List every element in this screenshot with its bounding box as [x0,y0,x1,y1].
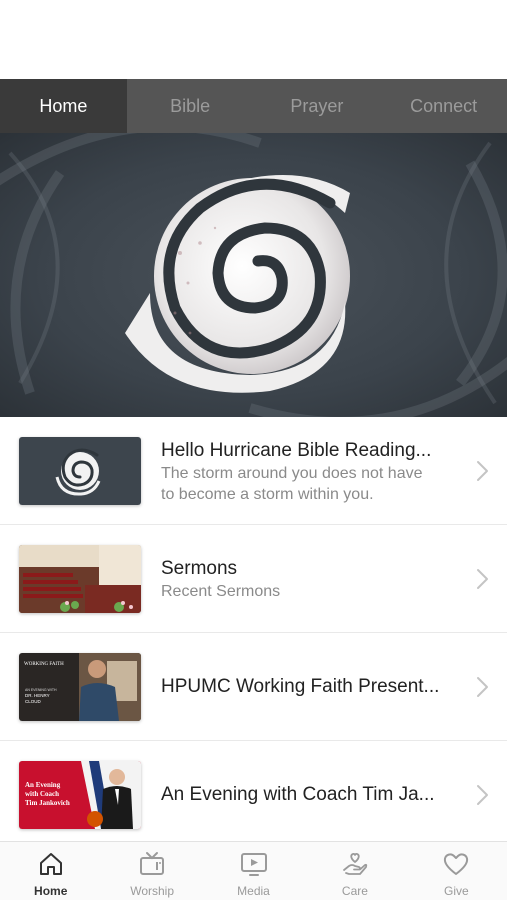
nav-home-label: Home [34,884,68,898]
list-item-text: HPUMC Working Faith Present... [161,675,461,699]
hurricane-thumbnail [19,437,141,505]
top-tab-bar: Home Bible Prayer Connect [0,79,507,133]
working-faith-thumbnail: WORKING FAITH AN EVENING WITH DR. HENRY … [19,653,141,721]
chevron-right-icon [477,568,488,589]
tv-icon [140,852,165,875]
thumb-text-evening: AN EVENING WITH [25,688,57,692]
nav-care[interactable]: Care [304,842,405,900]
thumb-text-an-evening: An Evening [25,781,61,789]
nav-give[interactable]: Give [406,842,507,900]
list-item-text: Hello Hurricane Bible Reading... The sto… [161,439,461,505]
hurricane-swirl-image [0,133,507,417]
list-item-subtitle: Recent Sermons [161,583,281,600]
list-item-sermons[interactable]: Sermons Recent Sermons [0,525,507,633]
coach-tim-thumbnail: An Evening with Coach Tim Jankovich [19,761,141,829]
list-item-hello-hurricane[interactable]: Hello Hurricane Bible Reading... The sto… [0,417,507,525]
nav-worship-label: Worship [130,884,174,898]
nav-media[interactable]: Media [203,842,304,900]
list-item-title: An Evening with Coach Tim Ja... [161,784,435,805]
list-item-working-faith[interactable]: WORKING FAITH AN EVENING WITH DR. HENRY … [0,633,507,741]
heart-icon [444,853,469,875]
list-item-title: Hello Hurricane Bible Reading... [161,440,432,461]
chevron-right-icon [477,784,488,805]
sermons-thumbnail [19,545,141,613]
list-item-text: Sermons Recent Sermons [161,557,461,602]
list-item-text: An Evening with Coach Tim Ja... [161,783,461,807]
nav-home[interactable]: Home [0,842,101,900]
nav-media-label: Media [237,884,270,898]
thumb-text-dr-henry: DR. HENRY [25,693,50,698]
tab-prayer[interactable]: Prayer [254,79,381,133]
hero-banner[interactable] [0,133,507,417]
content-list: Hello Hurricane Bible Reading... The sto… [0,417,507,849]
hand-heart-icon [343,853,368,875]
nav-give-label: Give [443,884,469,898]
list-item-subtitle-line2: to become a storm within you. [161,486,374,503]
nav-care-label: Care [341,884,368,898]
thumb-text-working-faith: WORKING FAITH [24,662,64,667]
thumb-text-tim: Tim Jankovich [25,799,70,807]
bottom-nav: Home Worship Media Care Give [0,841,507,900]
tab-home[interactable]: Home [0,79,127,133]
nav-worship[interactable]: Worship [101,842,202,900]
thumb-text-with-coach: with Coach [25,790,59,798]
play-screen-icon [240,853,267,876]
chevron-right-icon [477,676,488,697]
status-bar [0,0,507,24]
list-item-title: HPUMC Working Faith Present... [161,676,440,697]
list-item-coach-tim[interactable]: An Evening with Coach Tim Jankovich An E… [0,741,507,849]
home-icon [39,853,62,875]
list-item-subtitle: The storm around you does not have [161,465,423,482]
chevron-right-icon [477,460,488,481]
tab-bible[interactable]: Bible [127,79,254,133]
thumb-text-cloud: CLOUD [25,699,42,704]
tab-connect[interactable]: Connect [380,79,507,133]
list-item-title: Sermons [161,558,238,579]
